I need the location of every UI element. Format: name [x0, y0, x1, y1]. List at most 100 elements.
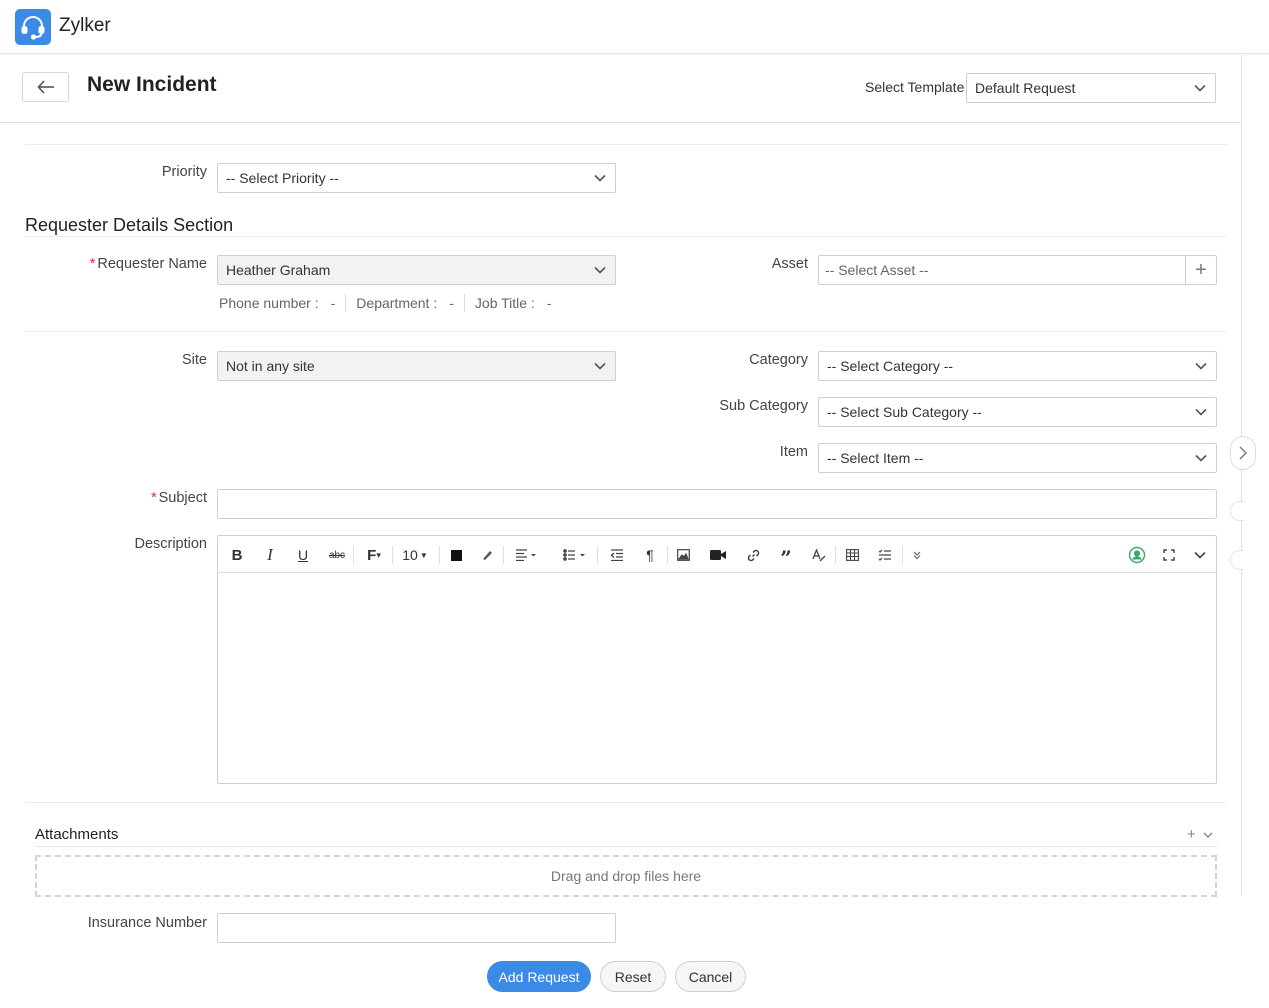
cancel-button[interactable]: Cancel — [675, 961, 746, 992]
attachments-controls: + — [1187, 826, 1213, 843]
chevron-down-icon — [594, 266, 606, 274]
add-request-button[interactable]: Add Request — [487, 961, 591, 992]
font-family-icon[interactable]: F ▾ — [364, 545, 384, 565]
back-button[interactable] — [22, 72, 69, 102]
insurance-number-label: Insurance Number — [87, 915, 207, 931]
chevron-down-icon — [1195, 362, 1207, 370]
required-marker: * — [89, 256, 96, 272]
site-label: Site — [182, 352, 207, 368]
department-value: - — [449, 295, 454, 311]
job-title-value: - — [546, 295, 552, 311]
category-select[interactable]: -- Select Category -- — [818, 351, 1217, 381]
requester-name-label-text: Requester Name — [97, 256, 207, 272]
meta-separator — [345, 294, 347, 312]
bold-icon[interactable]: B — [228, 545, 246, 565]
add-asset-button[interactable]: + — [1185, 256, 1216, 284]
clear-format-icon[interactable] — [810, 545, 828, 565]
arrow-left-icon — [36, 80, 54, 94]
checklist-icon[interactable] — [876, 545, 894, 565]
highlight-icon[interactable] — [478, 545, 496, 565]
more-options-icon[interactable] — [909, 545, 925, 565]
priority-value: -- Select Priority -- — [226, 170, 339, 186]
site-value: Not in any site — [226, 358, 315, 374]
chevron-down-icon — [1194, 84, 1206, 92]
user-sync-icon[interactable] — [1127, 545, 1147, 565]
requester-name-label: * Requester Name — [60, 256, 207, 272]
text-color-icon[interactable] — [447, 545, 465, 565]
description-editor[interactable]: B I U abc F ▾ 10 ▼ ¶ ” — [217, 535, 1217, 784]
phone-value: - — [330, 295, 336, 311]
bullet-list-icon[interactable] — [560, 545, 590, 565]
quote-icon[interactable]: ” — [777, 545, 795, 570]
chevron-down-icon — [1195, 408, 1207, 416]
font-size-value: 10 — [402, 547, 418, 563]
toolbar-separator — [902, 546, 903, 564]
side-panel-toggle[interactable] — [1230, 436, 1256, 470]
department-label: Department : — [356, 295, 438, 311]
link-icon[interactable] — [744, 545, 762, 565]
divider — [25, 331, 1227, 332]
font-size-dropdown[interactable]: 10 ▼ — [401, 545, 429, 565]
toolbar-separator — [392, 546, 393, 564]
subject-input[interactable] — [217, 489, 1217, 519]
table-icon[interactable] — [843, 545, 861, 565]
description-label: Description — [134, 536, 207, 552]
divider — [25, 802, 1227, 803]
chevron-down-icon[interactable] — [1191, 545, 1209, 565]
item-value: -- Select Item -- — [827, 450, 924, 466]
editor-toolbar: B I U abc F ▾ 10 ▼ ¶ ” — [218, 536, 1216, 573]
category-value: -- Select Category -- — [827, 358, 954, 374]
fullscreen-icon[interactable] — [1160, 545, 1178, 565]
requester-name-value: Heather Graham — [226, 262, 331, 278]
reset-button[interactable]: Reset — [600, 961, 666, 992]
insurance-number-input[interactable] — [217, 913, 616, 943]
brand-name: Zylker — [59, 15, 111, 36]
requester-meta: Phone number : - Department : - Job Titl… — [219, 294, 552, 312]
add-attachment-button[interactable]: + — [1187, 826, 1196, 843]
priority-select[interactable]: -- Select Priority -- — [217, 163, 616, 193]
requester-section-title: Requester Details Section — [25, 215, 234, 235]
chevron-down-icon — [1195, 454, 1207, 462]
italic-icon[interactable]: I — [261, 545, 279, 565]
phone-label: Phone number : — [219, 295, 319, 311]
outdent-icon[interactable] — [608, 545, 626, 565]
asset-label: Asset — [771, 256, 808, 272]
category-label: Category — [749, 352, 808, 368]
requester-name-select[interactable]: Heather Graham — [217, 255, 616, 285]
side-panel-tab[interactable] — [1230, 501, 1244, 521]
image-icon[interactable] — [674, 545, 692, 565]
chevron-down-icon[interactable] — [1203, 831, 1213, 839]
item-select[interactable]: -- Select Item -- — [818, 443, 1217, 473]
toolbar-separator — [835, 546, 836, 564]
header-divider — [0, 122, 1242, 123]
sub-category-select[interactable]: -- Select Sub Category -- — [818, 397, 1217, 427]
item-label: Item — [779, 444, 808, 460]
caret-down-icon: ▼ — [419, 550, 428, 560]
toolbar-separator — [667, 546, 668, 564]
toolbar-separator — [353, 546, 354, 564]
divider — [25, 236, 1227, 237]
paragraph-direction-icon[interactable]: ¶ — [641, 545, 659, 565]
chevron-down-icon — [594, 174, 606, 182]
site-select[interactable]: Not in any site — [217, 351, 616, 381]
priority-label: Priority — [161, 164, 207, 180]
asset-input[interactable]: -- Select Asset -- + — [818, 255, 1217, 285]
side-panel-tab[interactable] — [1230, 550, 1244, 570]
template-select[interactable]: Default Request — [966, 73, 1216, 103]
headset-icon[interactable] — [15, 9, 51, 45]
divider — [25, 144, 1227, 145]
sub-category-label: Sub Category — [719, 398, 808, 414]
chevron-right-icon — [1239, 446, 1247, 460]
underline-icon[interactable]: U — [294, 545, 312, 565]
sub-category-value: -- Select Sub Category -- — [827, 404, 982, 420]
strikethrough-icon[interactable]: abc — [327, 545, 347, 565]
video-icon[interactable] — [708, 545, 728, 565]
page-title: New Incident — [87, 73, 217, 96]
toolbar-separator — [597, 546, 598, 564]
align-icon[interactable] — [511, 545, 541, 565]
meta-separator — [463, 294, 465, 312]
subject-label-text: Subject — [158, 490, 207, 506]
asset-placeholder: -- Select Asset -- — [825, 262, 929, 278]
divider — [35, 846, 1217, 847]
attachment-dropzone[interactable]: Drag and drop files here — [35, 855, 1217, 897]
